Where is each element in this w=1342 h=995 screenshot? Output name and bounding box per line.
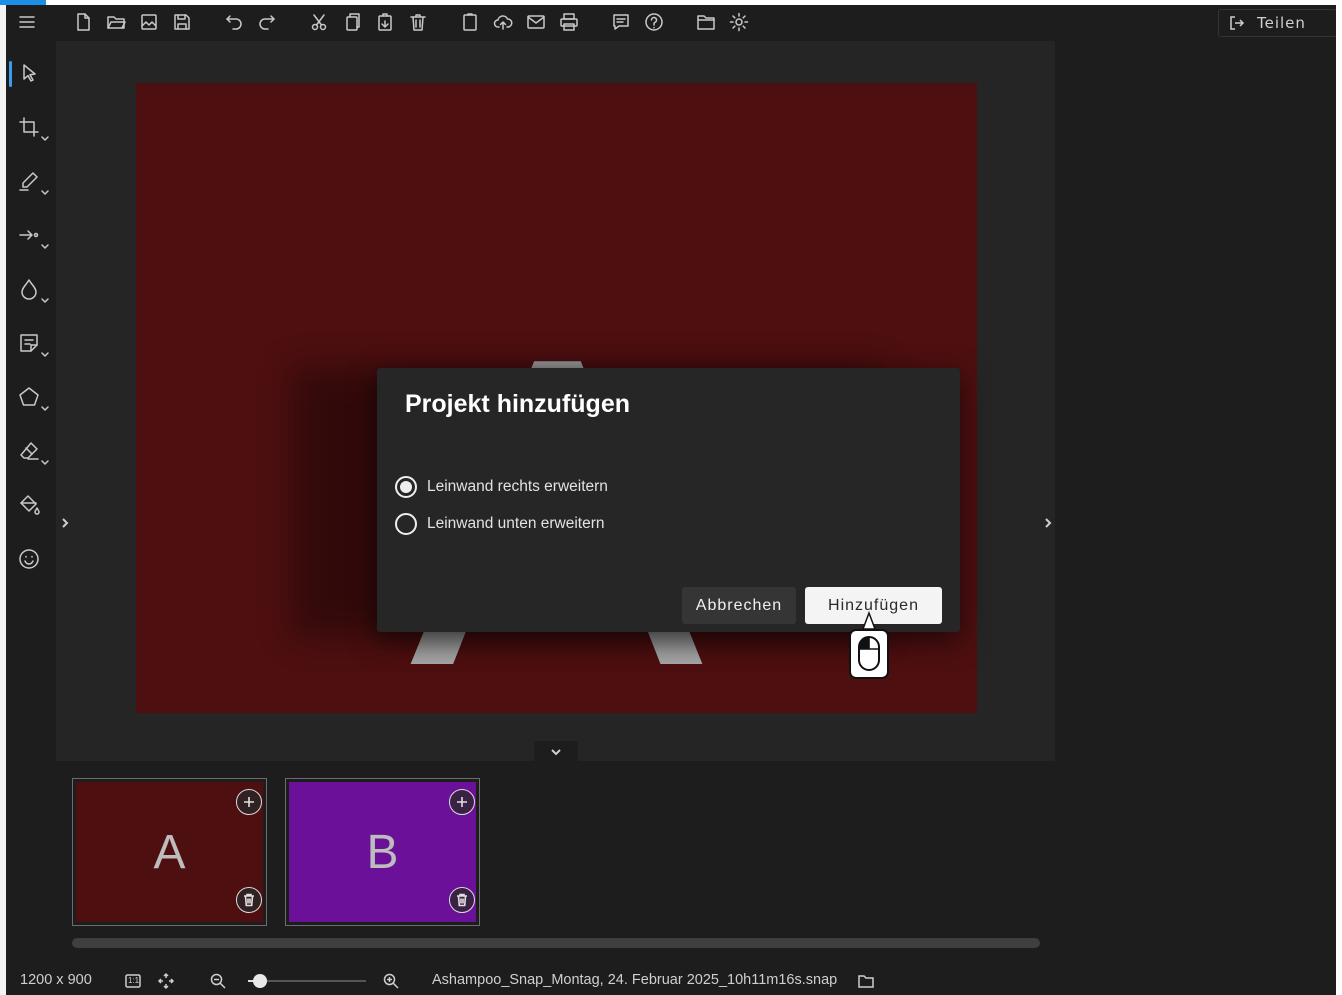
smiley-icon [18,548,40,570]
dialog-title: Projekt hinzufügen [405,390,630,418]
note-tool[interactable] [14,325,52,361]
menu-icon[interactable] [14,9,40,35]
zoom-slider-handle[interactable] [252,974,267,988]
radio-button[interactable] [395,513,417,535]
option-label: Leinwand unten erweitern [427,515,605,532]
fit-to-window-icon[interactable] [156,971,176,991]
tool-palette [6,41,56,581]
option-label: Leinwand rechts erweitern [427,478,608,495]
note-icon [18,332,40,354]
chevron-down-icon [549,745,563,759]
pen-icon [18,170,40,192]
accent-corner [0,0,46,5]
email-icon[interactable] [523,9,549,35]
fill-tool[interactable] [14,487,52,523]
undo-icon[interactable] [221,9,247,35]
option-extend-right[interactable]: Leinwand rechts erweitern [395,476,608,498]
arrow-icon [18,224,40,246]
delete-icon[interactable] [405,9,431,35]
mouse-click-icon [844,610,890,679]
cancel-button[interactable]: Abbrechen [682,587,796,624]
sticker-tool[interactable] [14,541,52,577]
eraser-icon [18,440,40,462]
thumbnail-project-a[interactable]: A [72,778,267,926]
select-tool[interactable] [9,55,52,91]
expand-right-panel-button[interactable] [1039,505,1057,541]
thumbnail-project-b[interactable]: B [285,778,480,926]
chevron-down-icon [40,129,50,141]
add-icon[interactable] [236,789,262,815]
image-dimensions: 1200 x 900 [20,972,92,988]
cloud-upload-icon[interactable] [490,9,516,35]
redo-icon[interactable] [254,9,280,35]
project-thumbnails: A B [72,778,1072,928]
collapse-thumbnails-button[interactable] [534,741,578,763]
pen-tool[interactable] [14,163,52,199]
expand-left-panel-button[interactable] [56,505,74,541]
cut-icon[interactable] [306,9,332,35]
thumbnail-preview: A [76,782,263,922]
option-extend-down[interactable]: Leinwand unten erweitern [395,513,605,535]
save-icon[interactable] [169,9,195,35]
zoom-out-icon[interactable] [208,971,228,991]
pointer-icon [18,62,40,84]
chevron-down-icon [40,237,50,249]
shape-tool[interactable] [14,379,52,415]
radio-button[interactable] [395,476,417,498]
zoom-in-icon[interactable] [381,971,401,991]
share-label: Teilen [1257,14,1306,32]
file-name: Ashampoo_Snap_Montag, 24. Februar 2025_1… [432,972,838,988]
actual-size-button[interactable]: 1:1 [123,971,143,991]
print-icon[interactable] [556,9,582,35]
chevron-right-icon [1042,517,1054,529]
chevron-down-icon [40,345,50,357]
help-icon[interactable] [641,9,667,35]
settings-gear-icon[interactable] [726,9,752,35]
share-button[interactable]: Teilen [1218,9,1336,37]
folder-icon[interactable] [693,9,719,35]
editor-window: Teilen Projekt hinzufügen Leinwand recht… [6,5,1336,995]
feedback-icon[interactable] [608,9,634,35]
copy-icon[interactable] [339,9,365,35]
thumbnail-preview: B [289,782,476,922]
add-project-dialog: Projekt hinzufügen Leinwand rechts erwei… [377,368,960,632]
open-folder-icon[interactable] [103,9,129,35]
chevron-down-icon [40,291,50,303]
thumbnail-scrollbar[interactable] [72,938,1040,948]
chevron-down-icon [40,453,50,465]
new-file-icon[interactable] [70,9,96,35]
blur-tool[interactable] [14,271,52,307]
chevron-down-icon [40,183,50,195]
crop-tool[interactable] [14,109,52,145]
trash-icon[interactable] [236,887,262,913]
open-folder-icon[interactable] [856,971,876,991]
zoom-slider[interactable] [248,974,366,988]
crop-icon [18,116,40,138]
paint-bucket-icon [18,494,40,516]
arrow-tool[interactable] [14,217,52,253]
open-image-icon[interactable] [136,9,162,35]
pentagon-icon [18,386,40,408]
chevron-down-icon [40,399,50,411]
drop-icon [18,278,40,300]
chevron-right-icon [59,517,71,529]
actual-size-label: 1:1 [128,976,140,985]
paste-icon[interactable] [372,9,398,35]
status-bar: 1200 x 900 1:1 Ashampoo_Snap_Montag, 24.… [6,965,1336,995]
clipboard-icon[interactable] [457,9,483,35]
share-icon [1229,15,1245,31]
add-icon[interactable] [449,789,475,815]
trash-icon[interactable] [449,887,475,913]
eraser-tool[interactable] [14,433,52,469]
main-toolbar: Teilen [6,5,1336,41]
